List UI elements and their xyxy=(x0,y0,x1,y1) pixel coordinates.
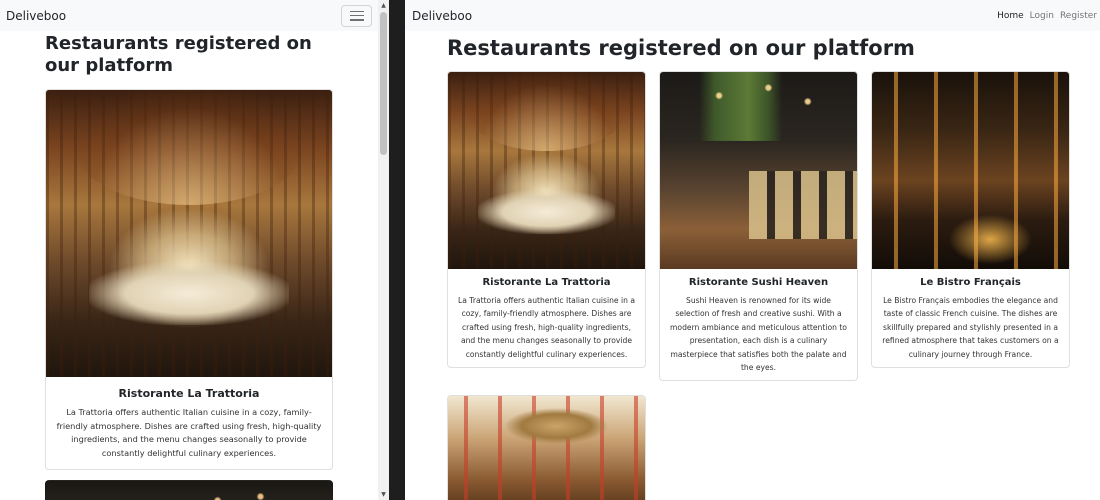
restaurant-card[interactable] xyxy=(45,480,333,500)
scroll-thumb[interactable] xyxy=(380,12,387,155)
restaurant-card[interactable]: Ristorante La Trattoria La Trattoria off… xyxy=(45,89,333,470)
card-body: Ristorante La Trattoria La Trattoria off… xyxy=(46,377,332,469)
desktop-viewport: Deliveboo Home Login Register Restaurant… xyxy=(405,0,1100,500)
restaurant-name: Ristorante Sushi Heaven xyxy=(688,277,829,288)
card-body: Le Bistro Français Le Bistro Français em… xyxy=(872,269,1069,367)
mobile-viewport: Deliveboo Restaurants registered on our … xyxy=(0,0,378,500)
restaurant-name: Ristorante La Trattoria xyxy=(118,387,260,400)
hamburger-icon xyxy=(349,10,364,21)
restaurant-name: Ristorante La Trattoria xyxy=(482,277,611,288)
viewport-divider xyxy=(389,0,405,500)
restaurant-image xyxy=(872,72,1069,269)
restaurant-card[interactable]: Ristorante La Trattoria La Trattoria off… xyxy=(447,71,646,369)
nav-link-login[interactable]: Login xyxy=(1027,11,1057,21)
restaurant-description: La Trattoria offers authentic Italian cu… xyxy=(56,407,322,458)
restaurant-name: Le Bistro Français xyxy=(920,277,1021,288)
scrollbar[interactable]: ▲ ▼ xyxy=(378,0,389,500)
navbar-toggler-button[interactable] xyxy=(341,4,372,27)
nav-link-home[interactable]: Home xyxy=(994,11,1027,21)
nav-link-register[interactable]: Register xyxy=(1057,11,1100,21)
restaurant-image xyxy=(46,90,332,377)
restaurant-card[interactable]: Le Bistro Français Le Bistro Français em… xyxy=(871,71,1070,369)
restaurant-card[interactable]: Ristorante Sushi Heaven Sushi Heaven is … xyxy=(659,71,858,382)
scroll-up-icon[interactable]: ▲ xyxy=(378,0,389,11)
navbar: Deliveboo Home Login Register xyxy=(405,0,1100,31)
scroll-down-icon[interactable]: ▼ xyxy=(378,489,389,500)
restaurant-image xyxy=(448,72,645,269)
navbar: Deliveboo xyxy=(0,0,378,31)
restaurant-image xyxy=(448,396,645,500)
restaurant-description: Sushi Heaven is renowned for its wide se… xyxy=(670,296,847,373)
main-content: Restaurants registered on our platform R… xyxy=(0,33,378,500)
card-body: Ristorante La Trattoria La Trattoria off… xyxy=(448,269,645,367)
page-title: Restaurants registered on our platform xyxy=(447,36,915,60)
restaurant-card[interactable] xyxy=(447,395,646,500)
card-body: Ristorante Sushi Heaven Sushi Heaven is … xyxy=(660,269,857,380)
restaurant-description: La Trattoria offers authentic Italian cu… xyxy=(458,296,635,359)
navbar-brand[interactable]: Deliveboo xyxy=(412,9,472,23)
restaurant-image xyxy=(660,72,857,269)
nav-links: Home Login Register xyxy=(994,11,1100,21)
page-title: Restaurants registered on our platform xyxy=(45,33,312,76)
navbar-brand[interactable]: Deliveboo xyxy=(6,9,66,23)
restaurant-description: Le Bistro Français embodies the elegance… xyxy=(882,296,1059,359)
